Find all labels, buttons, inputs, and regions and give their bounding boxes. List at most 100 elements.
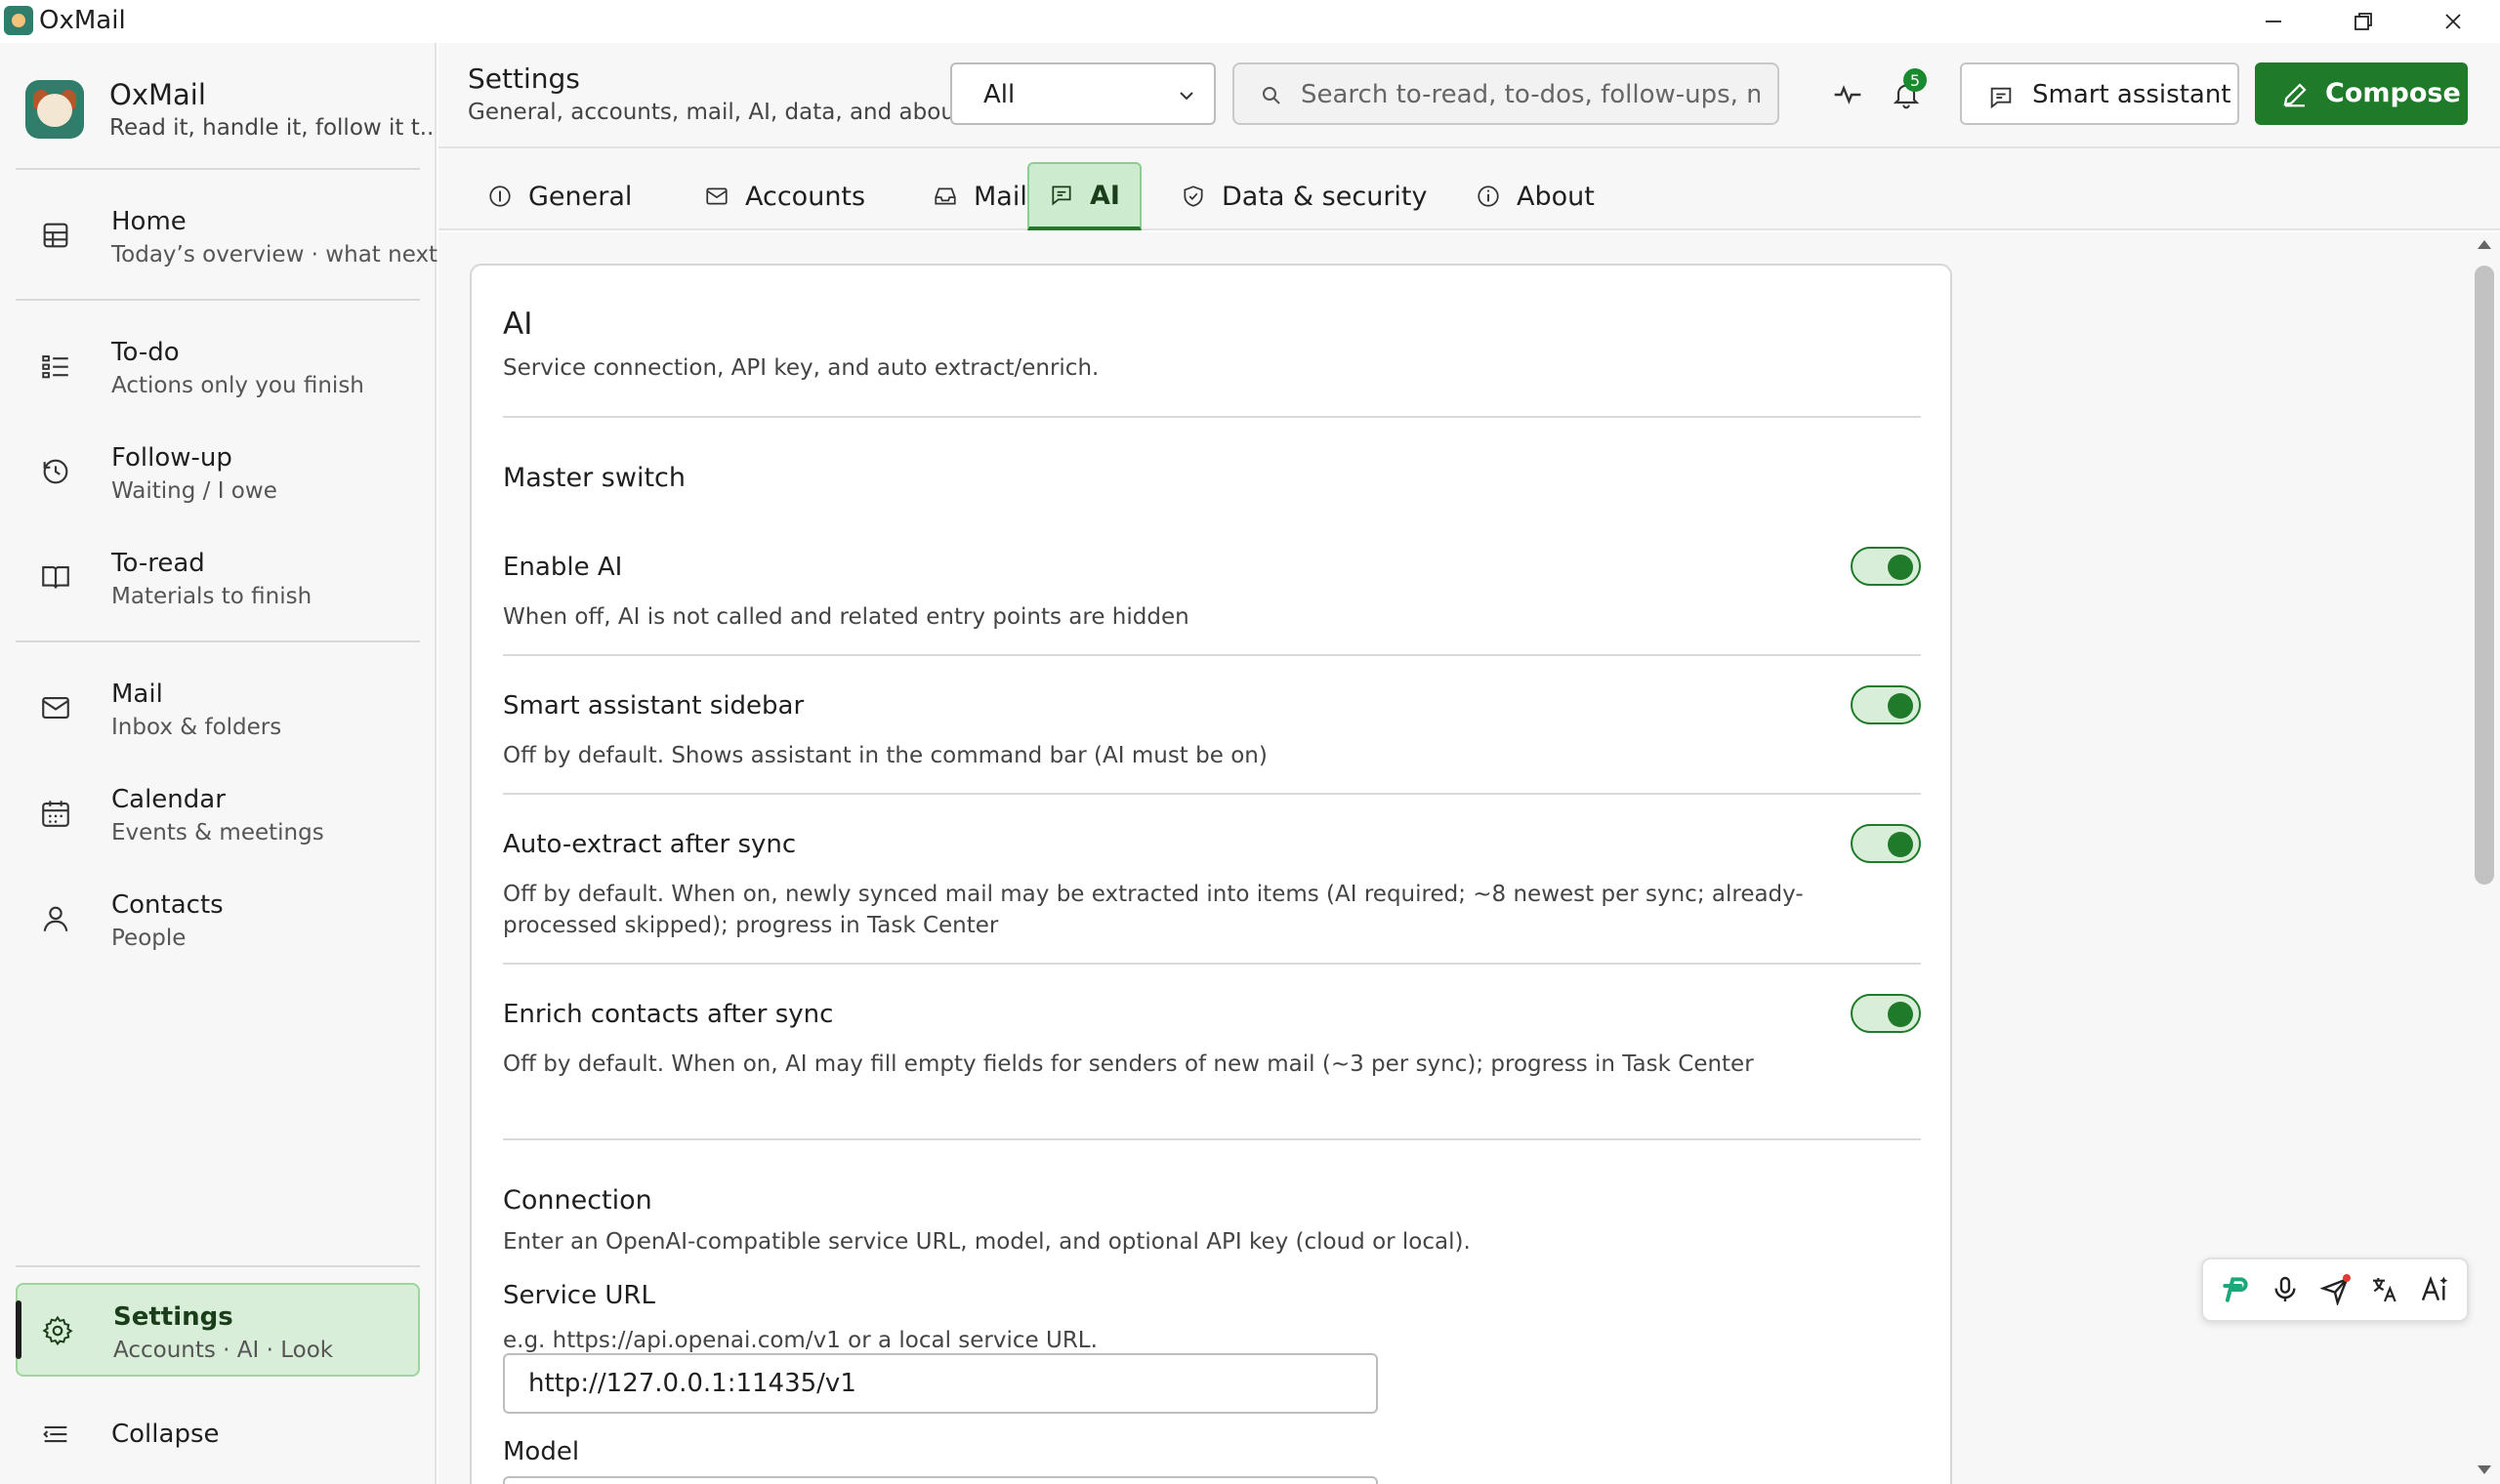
chat-icon: [1990, 87, 2012, 109]
divider: [503, 1138, 1921, 1140]
search-box[interactable]: [1232, 62, 1779, 125]
scroll-thumb[interactable]: [2475, 266, 2494, 885]
tab-label: About: [1517, 181, 1595, 212]
tab-label: General: [528, 181, 633, 212]
scroll-down-arrow[interactable]: [2478, 1465, 2491, 1474]
title-bar: OxMail: [0, 0, 2500, 43]
sidebar-item-subtitle: Waiting / I owe: [111, 478, 277, 504]
divider: [503, 963, 1921, 965]
divider: [16, 640, 420, 642]
divider: [503, 654, 1921, 656]
checklist-icon: [39, 350, 72, 383]
tab-ai[interactable]: AI: [1027, 162, 1142, 230]
mail-icon: [706, 187, 728, 205]
sidebar-item-contacts[interactable]: Contacts People: [16, 873, 420, 967]
service-url-hint: e.g. https://api.openai.com/v1 or a loca…: [503, 1328, 1098, 1353]
translate-button[interactable]: [2367, 1272, 2402, 1307]
master-switch-heading: Master switch: [503, 463, 686, 493]
scroll-up-arrow[interactable]: [2478, 240, 2491, 249]
notifications-button[interactable]: 5: [1882, 68, 1931, 119]
send-button[interactable]: [2317, 1272, 2353, 1307]
setting-title: Enrich contacts after sync: [503, 1000, 834, 1029]
mail-icon: [39, 691, 72, 724]
app-logo-icon: [4, 6, 33, 35]
page-subtitle: General, accounts, mail, AI, data, and a…: [468, 100, 972, 125]
sidebar-item-title: Mail: [111, 680, 163, 709]
divider: [503, 416, 1921, 418]
tab-general[interactable]: General: [468, 162, 651, 230]
collapse-label: Collapse: [111, 1420, 220, 1449]
search-input[interactable]: [1301, 74, 1760, 115]
logo-button[interactable]: [2218, 1272, 2253, 1307]
smart-assistant-sidebar-toggle[interactable]: [1851, 685, 1921, 724]
sidebar-item-to-read[interactable]: To-read Materials to finish: [16, 531, 420, 625]
info-icon: [1478, 186, 1499, 207]
pencil-icon: [2283, 83, 2307, 107]
page-title: Settings: [468, 62, 580, 95]
grid-icon: [39, 219, 72, 252]
sidebar-item-settings[interactable]: Settings Accounts · AI · Look: [16, 1283, 420, 1377]
maximize-button[interactable]: [2318, 0, 2408, 43]
sidebar-item-home[interactable]: Home Today’s overview · what next: [16, 189, 438, 283]
service-url-input[interactable]: [503, 1353, 1378, 1414]
compose-button[interactable]: Compose: [2255, 62, 2468, 125]
sidebar-item-calendar[interactable]: Calendar Events & meetings: [16, 767, 420, 861]
collapse-icon: [39, 1418, 72, 1451]
floating-toolbar: [2201, 1257, 2469, 1322]
person-icon: [39, 902, 72, 935]
model-input[interactable]: [503, 1476, 1378, 1484]
tab-accounts[interactable]: Accounts: [685, 162, 885, 230]
minimize-button[interactable]: [2229, 0, 2318, 43]
close-icon: [2445, 14, 2461, 29]
auto-extract-toggle[interactable]: [1851, 824, 1921, 863]
brand-logo-icon: [25, 80, 84, 139]
window-title: OxMail: [39, 6, 126, 35]
search-icon: [1263, 87, 1280, 104]
sidebar: OxMail Read it, handle it, follow it t..…: [0, 43, 438, 1484]
collapse-button[interactable]: Collapse: [16, 1400, 420, 1468]
tab-about[interactable]: About: [1456, 162, 1614, 230]
divider: [16, 299, 420, 301]
setting-description: Off by default. When on, newly synced ma…: [503, 882, 1804, 938]
smart-assistant-label: Smart assistant: [2032, 80, 2231, 109]
translate-icon: [2372, 1278, 2396, 1302]
divider: [16, 168, 420, 170]
sidebar-item-title: Follow-up: [111, 443, 232, 473]
enable-ai-toggle[interactable]: [1851, 547, 1921, 586]
sidebar-item-follow-up[interactable]: Follow-up Waiting / I owe: [16, 426, 420, 519]
scrollbar[interactable]: [2470, 232, 2500, 1484]
command-bar: Settings General, accounts, mail, AI, da…: [438, 43, 2500, 146]
brand: OxMail Read it, handle it, follow it t..…: [25, 72, 432, 160]
sidebar-item-title: Home: [111, 207, 187, 236]
connection-description: Enter an OpenAI-compatible service URL, …: [503, 1229, 1471, 1255]
sidebar-item-subtitle: Actions only you finish: [111, 373, 364, 398]
smart-assistant-button[interactable]: Smart assistant: [1960, 62, 2239, 125]
activity-button[interactable]: [1823, 70, 1872, 119]
sidebar-item-subtitle: People: [111, 926, 187, 951]
tab-data-security[interactable]: Data & security: [1161, 162, 1447, 230]
text-ai-button[interactable]: [2417, 1272, 2452, 1307]
service-url-label: Service URL: [503, 1281, 655, 1310]
info-icon: [489, 186, 511, 207]
pulse-icon: [1834, 85, 1861, 104]
scope-select[interactable]: All: [950, 62, 1216, 125]
sidebar-item-subtitle: Today’s overview · what next: [111, 242, 438, 268]
sidebar-item-title: To-do: [111, 338, 180, 367]
book-icon: [39, 560, 72, 594]
setting-title: Auto-extract after sync: [503, 830, 797, 859]
text-ai-icon: [2421, 1275, 2447, 1301]
enrich-contacts-toggle[interactable]: [1851, 994, 1921, 1033]
microphone-button[interactable]: [2268, 1272, 2303, 1307]
connection-heading: Connection: [503, 1185, 652, 1216]
model-label: Model: [503, 1437, 580, 1466]
sidebar-item-title: To-read: [111, 549, 205, 578]
calendar-icon: [39, 797, 72, 830]
tab-label: Data & security: [1222, 181, 1428, 212]
scope-value: All: [983, 80, 1016, 109]
sidebar-item-todo[interactable]: To-do Actions only you finish: [16, 320, 420, 414]
close-button[interactable]: [2408, 0, 2498, 43]
alert-dot: [2342, 1274, 2351, 1282]
minimize-icon: [2266, 21, 2281, 22]
sidebar-item-mail[interactable]: Mail Inbox & folders: [16, 662, 420, 756]
tab-label: AI: [1090, 180, 1120, 211]
